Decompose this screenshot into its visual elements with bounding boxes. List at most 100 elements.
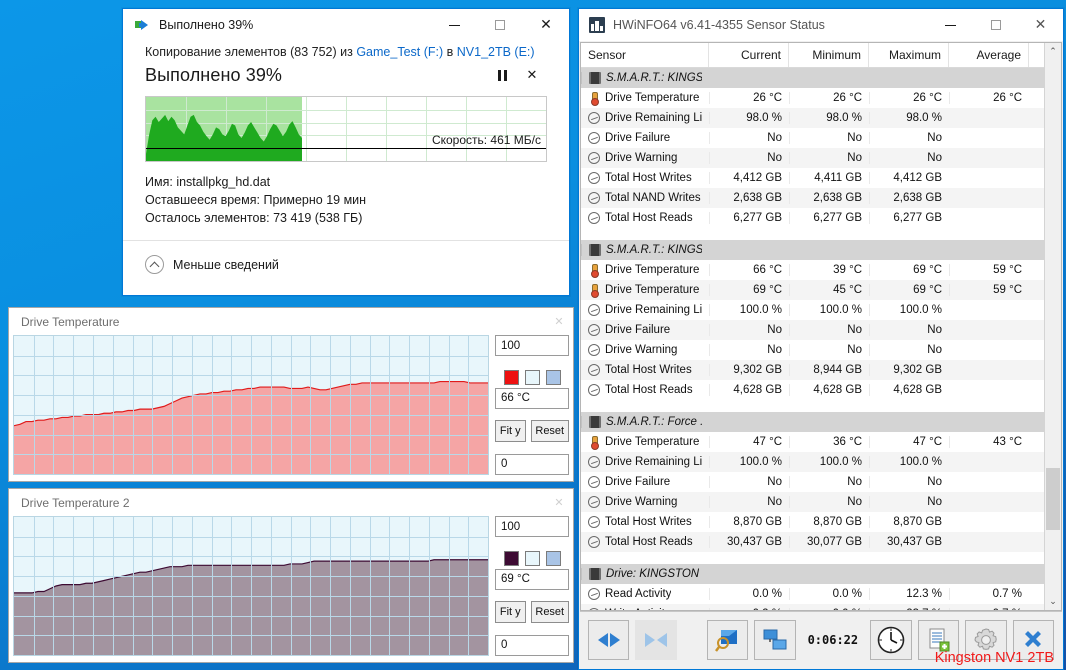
graph1-controls: 100 66 °C Fit y Reset 0 xyxy=(495,335,569,475)
sensor-row[interactable]: Drive Temperature 2 69 °C 45 °C 69 °C 59 °C xyxy=(581,280,1044,300)
graph2-body: 100 69 °C Fit y Reset 0 xyxy=(9,516,573,660)
graph1-fit-y-button[interactable]: Fit y xyxy=(495,420,526,443)
sensor-average-value: 0.7 % xyxy=(949,608,1029,610)
sensor-row[interactable]: Drive Failure No No No xyxy=(581,128,1044,148)
copy-operation-mid: в xyxy=(443,45,457,59)
graph2-ymax-field[interactable]: 100 xyxy=(495,516,569,537)
monitor-magnifier-icon xyxy=(715,630,738,652)
sensor-group-header[interactable]: S.M.A.R.T.: KINGS... xyxy=(581,240,1044,260)
copy-items-line: Осталось элементов: 73 419 (538 ГБ) xyxy=(145,209,547,227)
close-button[interactable]: ✕ xyxy=(1018,9,1063,41)
sensor-row[interactable]: Drive Warning No No No xyxy=(581,492,1044,512)
arrows-outward-icon xyxy=(597,633,620,647)
scroll-up-button[interactable]: ⌃ xyxy=(1045,43,1061,60)
sensor-row[interactable]: Drive Remaining Life 98.0 % 98.0 % 98.0 % xyxy=(581,108,1044,128)
graph2-plot[interactable] xyxy=(13,516,489,656)
graph2-series-color-swatch[interactable] xyxy=(503,550,519,566)
graph1-reset-button[interactable]: Reset xyxy=(530,420,569,443)
scroll-down-button[interactable]: ⌄ xyxy=(1045,593,1061,610)
graph2-ymin-field[interactable]: 0 xyxy=(495,634,569,656)
sensor-row[interactable]: Total Host Writes 8,870 GB 8,870 GB 8,870 G… xyxy=(581,512,1044,532)
graph2-bg-color-swatch[interactable] xyxy=(524,550,540,566)
graph1-ymin-field[interactable]: 0 xyxy=(495,453,569,475)
copy-dialog-titlebar[interactable]: Выполнено 39% ✕ xyxy=(123,9,569,41)
graph2-reset-button[interactable]: Reset xyxy=(530,601,569,624)
minimize-button[interactable] xyxy=(431,9,477,41)
sensor-row[interactable]: Drive Temperature 47 °C 36 °C 47 °C 43 °C xyxy=(581,432,1044,452)
sensor-settings-button[interactable] xyxy=(706,620,749,660)
sensor-group-header[interactable]: S.M.A.R.T.: Force ... xyxy=(581,412,1044,432)
column-header-average[interactable]: Average xyxy=(949,43,1029,67)
sensor-name: Drive Warning xyxy=(605,344,678,356)
history-clock-button[interactable] xyxy=(870,620,912,660)
sensor-name-cell: Drive Warning xyxy=(581,344,709,356)
less-details-toggle[interactable]: Меньше сведений xyxy=(123,241,569,274)
source-drive-link[interactable]: Game_Test (F:) xyxy=(356,45,443,59)
destination-drive-link[interactable]: NV1_2TB (E:) xyxy=(457,45,535,59)
maximize-button[interactable] xyxy=(973,9,1018,41)
thermometer-icon xyxy=(588,284,600,298)
sensor-row[interactable]: Drive Remaining Life 100.0 % 100.0 % 100.0 … xyxy=(581,300,1044,320)
minimize-icon xyxy=(448,24,460,26)
sensor-table-scrollbar[interactable]: ⌃ ⌄ xyxy=(1044,43,1061,610)
column-header-minimum[interactable]: Minimum xyxy=(789,43,869,67)
graph1-close-icon[interactable]: ✕ xyxy=(551,315,567,328)
sensor-maximum-value: 100.0 % xyxy=(869,456,949,468)
graph2-fit-y-button[interactable]: Fit y xyxy=(495,601,526,624)
sensor-row[interactable]: Total Host Writes 4,412 GB 4,411 GB 4,412 G… xyxy=(581,168,1044,188)
column-header-current[interactable]: Current xyxy=(709,43,789,67)
sensor-group-header[interactable]: S.M.A.R.T.: KINGS... xyxy=(581,68,1044,88)
sensor-row[interactable]: Total Host Reads 30,437 GB 30,077 GB 30,437… xyxy=(581,532,1044,552)
sensor-name-cell: Drive Remaining Life xyxy=(581,456,709,468)
sensor-row[interactable]: Total Host Reads 4,628 GB 4,628 GB 4,628 GB xyxy=(581,380,1044,400)
sensor-row[interactable]: Drive Failure No No No xyxy=(581,472,1044,492)
column-header-maximum[interactable]: Maximum xyxy=(869,43,949,67)
minimize-button[interactable] xyxy=(928,9,973,41)
graph1-ymax-field[interactable]: 100 xyxy=(495,335,569,356)
sensor-row[interactable]: Drive Failure No No No xyxy=(581,320,1044,340)
sensor-name: Drive Warning xyxy=(605,152,678,164)
prev-next-sensor-button[interactable] xyxy=(588,620,630,660)
sensor-row[interactable]: Total Host Reads 6,277 GB 6,277 GB 6,277 GB xyxy=(581,208,1044,228)
graph2-close-icon[interactable]: ✕ xyxy=(551,496,567,509)
sensor-maximum-value: 4,628 GB xyxy=(869,384,949,396)
chip-icon xyxy=(589,568,601,580)
close-button[interactable]: ✕ xyxy=(523,9,569,41)
graph1-bg-color-swatch[interactable] xyxy=(524,369,540,385)
graph2-titlebar[interactable]: Drive Temperature 2 ✕ xyxy=(9,489,573,516)
graph1-grid-color-swatch[interactable] xyxy=(545,369,561,385)
cancel-button[interactable]: ✕ xyxy=(517,63,547,87)
maximize-button[interactable] xyxy=(477,9,523,41)
graph1-series-color-swatch[interactable] xyxy=(503,369,519,385)
sensor-name-cell: Drive Temperature xyxy=(581,92,709,106)
gauge-icon xyxy=(588,516,600,528)
sensor-name-cell: Drive Failure xyxy=(581,132,709,144)
column-header-sensor[interactable]: Sensor xyxy=(581,43,709,67)
sensor-minimum-value: 100.0 % xyxy=(789,304,869,316)
gauge-icon xyxy=(588,344,600,356)
sensor-average-value: 26 °C xyxy=(949,92,1029,104)
graph1-swatches xyxy=(495,369,569,385)
sensor-name: Drive Failure xyxy=(605,324,671,336)
remote-monitor-button[interactable] xyxy=(754,620,796,660)
hwinfo-titlebar[interactable]: HWiNFO64 v6.41-4355 Sensor Status ✕ xyxy=(579,9,1063,41)
sensor-row[interactable]: Drive Temperature 26 °C 26 °C 26 °C 26 °C xyxy=(581,88,1044,108)
sensor-row[interactable]: Total Host Writes 9,302 GB 8,944 GB 9,302 G… xyxy=(581,360,1044,380)
sensor-group-header[interactable]: Drive: KINGSTON S... xyxy=(581,564,1044,584)
sensor-row[interactable]: Drive Warning No No No xyxy=(581,148,1044,168)
sensor-row[interactable]: Drive Temperature 66 °C 39 °C 69 °C 59 °C xyxy=(581,260,1044,280)
sensor-row[interactable]: Drive Warning No No No xyxy=(581,340,1044,360)
sensor-name: Read Activity xyxy=(605,588,672,600)
graph1-titlebar[interactable]: Drive Temperature ✕ xyxy=(9,308,573,335)
sensor-row[interactable]: Drive Remaining Life 100.0 % 100.0 % 100.0 … xyxy=(581,452,1044,472)
sensor-row[interactable]: Total NAND Writes 2,638 GB 2,638 GB 2,638 G… xyxy=(581,188,1044,208)
speed-value-label: Скорость: 461 МБ/с xyxy=(431,133,541,147)
scrollbar-thumb[interactable] xyxy=(1046,468,1060,530)
sensor-minimum-value: 39 °C xyxy=(789,264,869,276)
sensor-row[interactable]: Write Activity 0.2 %0.0 %23.7 %0.7 % xyxy=(581,604,1044,610)
pause-button[interactable] xyxy=(487,63,517,87)
graph2-grid-color-swatch[interactable] xyxy=(545,550,561,566)
collapse-sensors-button[interactable] xyxy=(635,620,677,660)
sensor-row[interactable]: Read Activity 0.0 % 0.0 % 12.3 % 0.7 % xyxy=(581,584,1044,604)
graph1-plot[interactable] xyxy=(13,335,489,475)
